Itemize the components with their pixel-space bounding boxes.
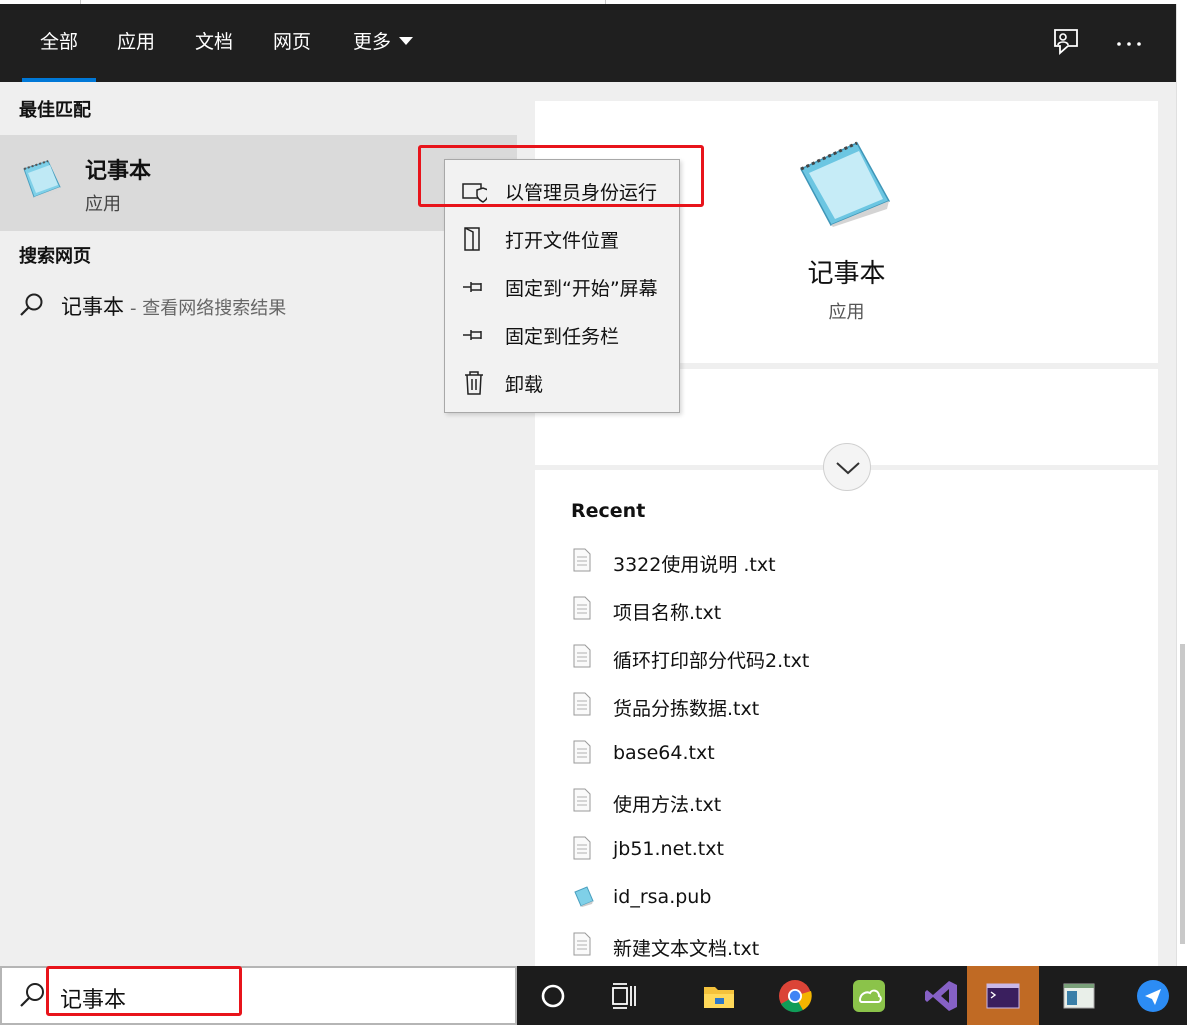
uninstall-label: 卸载 <box>505 374 544 396</box>
recent-file-name: 3322使用说明 .txt <box>613 554 776 576</box>
search-icon <box>19 981 47 1013</box>
tab-more-label: 更多 <box>352 31 391 53</box>
recent-file[interactable]: 新建文本文档.txt <box>571 928 1131 964</box>
search-icon <box>19 292 45 322</box>
recent-file-name: 循环打印部分代码2.txt <box>613 650 810 672</box>
chevron-down-icon <box>836 462 860 475</box>
taskbar <box>517 966 1187 1025</box>
best-match-heading: 最佳匹配 <box>19 100 91 121</box>
text-file-icon <box>573 788 591 816</box>
recent-file-name: base64.txt <box>613 742 715 764</box>
run-as-admin-label: 以管理员身份运行 <box>505 182 658 204</box>
best-match-name: 记事本 <box>85 159 152 184</box>
chevron-down-icon <box>399 36 413 45</box>
pin-to-start-item[interactable]: 固定到“开始”屏幕 <box>445 262 679 310</box>
uninstall-item[interactable]: 卸载 <box>445 358 679 406</box>
text-file-icon <box>573 548 591 576</box>
text-file-icon <box>573 692 591 720</box>
task-view-icon[interactable] <box>589 966 661 1025</box>
messenger-icon[interactable] <box>1117 966 1187 1025</box>
best-match-type: 应用 <box>85 194 121 215</box>
tab-bar: 全部 应用 文档 网页 更多 <box>0 4 1176 82</box>
terminal-icon[interactable] <box>967 966 1039 1025</box>
recent-file-name: 货品分拣数据.txt <box>613 698 760 720</box>
ellipsis-icon[interactable] <box>1110 24 1146 60</box>
cortana-icon[interactable] <box>517 966 589 1025</box>
search-query: 记事本 <box>60 988 127 1013</box>
pin-to-start-label: 固定到“开始”屏幕 <box>505 278 658 300</box>
folder-location-icon <box>461 226 487 252</box>
context-menu: 以管理员身份运行 打开文件位置 固定到“开始”屏幕 固定到任务栏 卸载 <box>444 159 680 413</box>
text-file-icon <box>573 644 591 672</box>
best-match-item[interactable]: 记事本 应用 <box>0 135 517 231</box>
recent-file[interactable]: jb51.net.txt <box>571 832 1131 868</box>
open-file-location-label: 打开文件位置 <box>505 230 620 252</box>
tab-apps[interactable]: 应用 <box>108 4 164 82</box>
feedback-icon[interactable] <box>1048 24 1084 60</box>
run-as-admin-item[interactable]: 以管理员身份运行 <box>445 166 679 214</box>
scrollbar[interactable] <box>1176 4 1187 970</box>
web-search-hint: - 查看网络搜索结果 <box>130 298 287 319</box>
notepad-large-icon <box>797 139 893 227</box>
recent-file[interactable]: id_rsa.pub <box>571 880 1131 916</box>
tab-all[interactable]: 全部 <box>22 4 96 82</box>
search-input[interactable]: 记事本 <box>0 966 517 1025</box>
text-file-icon <box>573 596 591 624</box>
file-explorer-icon[interactable] <box>683 966 755 1025</box>
recent-file[interactable]: 货品分拣数据.txt <box>571 688 1131 724</box>
notepad-icon <box>18 155 66 203</box>
recent-file[interactable]: base64.txt <box>571 736 1131 772</box>
open-file-location-item[interactable]: 打开文件位置 <box>445 214 679 262</box>
web-search-result[interactable]: 记事本 - 查看网络搜索结果 <box>0 280 517 330</box>
recent-file[interactable]: 3322使用说明 .txt <box>571 544 1131 580</box>
shield-window-icon <box>461 178 489 204</box>
search-window: 全部 应用 文档 网页 更多 最佳匹配 记事本 应用 搜索网页 记事本 - 查看… <box>0 4 1187 970</box>
recent-heading: Recent <box>571 500 646 522</box>
recent-file-name: jb51.net.txt <box>613 838 724 860</box>
text-file-icon <box>573 740 591 768</box>
expand-button[interactable] <box>823 443 871 491</box>
recent-files-card: Recent 3322使用说明 .txt 项目名称.txt 循环打印部分代码2.… <box>535 470 1158 966</box>
tab-web[interactable]: 网页 <box>264 4 320 82</box>
pin-to-taskbar-item[interactable]: 固定到任务栏 <box>445 310 679 358</box>
recent-file-name: id_rsa.pub <box>613 886 712 908</box>
pin-icon <box>461 322 487 348</box>
tab-more[interactable]: 更多 <box>342 4 424 82</box>
app-cloud-icon[interactable] <box>833 966 905 1025</box>
recent-file[interactable]: 项目名称.txt <box>571 592 1131 628</box>
window-app-icon[interactable] <box>1043 966 1115 1025</box>
recent-file-name: 使用方法.txt <box>613 794 722 816</box>
text-file-icon <box>573 932 591 960</box>
tab-documents[interactable]: 文档 <box>186 4 242 82</box>
results-pane: 最佳匹配 记事本 应用 搜索网页 记事本 - 查看网络搜索结果 <box>0 82 517 966</box>
recent-file[interactable]: 使用方法.txt <box>571 784 1131 820</box>
pin-to-taskbar-label: 固定到任务栏 <box>505 326 620 348</box>
recent-file-name: 项目名称.txt <box>613 602 722 624</box>
pin-icon <box>461 274 487 300</box>
notepad-file-icon <box>573 884 595 912</box>
trash-icon <box>461 370 487 396</box>
web-search-heading: 搜索网页 <box>19 246 91 267</box>
web-search-query: 记事本 <box>61 295 124 319</box>
recent-file-name: 新建文本文档.txt <box>613 938 760 960</box>
scrollbar-thumb[interactable] <box>1180 644 1185 944</box>
chrome-icon[interactable] <box>759 966 831 1025</box>
text-file-icon <box>573 836 591 864</box>
recent-file[interactable]: 循环打印部分代码2.txt <box>571 640 1131 676</box>
